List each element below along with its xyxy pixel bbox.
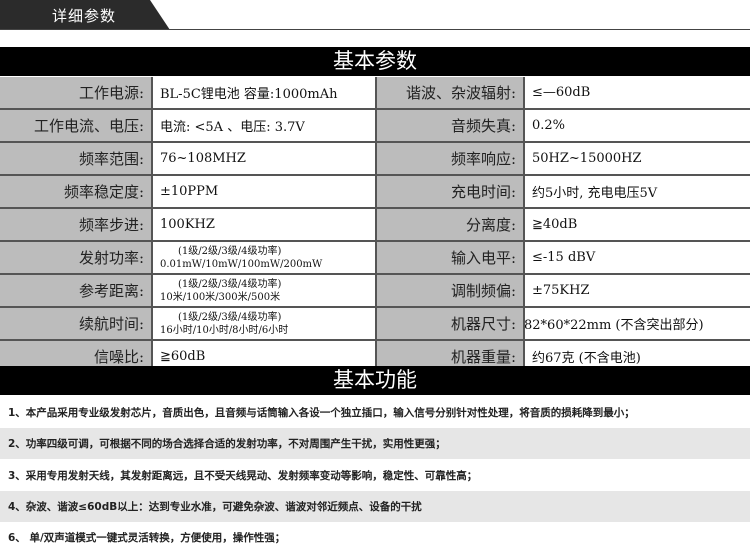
- spec-label: 输入电平:: [376, 242, 524, 273]
- spec-section-title: 基本参数: [0, 47, 750, 76]
- spec-value-line: 0.01mW/10mW/100mW/200mW: [160, 258, 323, 270]
- feature-item: 4、杂波、谐波≤60dB以上：达到专业水准，可避免杂波、谐波对邻近频点、设备的干…: [0, 491, 750, 522]
- spec-value: ≤—60dB: [524, 77, 750, 108]
- spec-label: 谐波、杂波辐射:: [376, 77, 524, 108]
- spec-value: 50HZ~15000HZ: [524, 143, 750, 174]
- spec-value: (1级/2级/3级/4级功率) 0.01mW/10mW/100mW/200mW: [152, 242, 376, 273]
- spec-label: 续航时间:: [0, 308, 152, 339]
- spec-value: 100KHZ: [152, 209, 376, 240]
- spec-label: 调制频偏:: [376, 275, 524, 306]
- spec-value: ±10PPM: [152, 176, 376, 207]
- top-header-band: 详细参数: [0, 0, 750, 30]
- header-tab-label: 详细参数: [52, 7, 117, 25]
- spec-value-line: 10米/100米/300米/500米: [160, 291, 281, 303]
- spec-value-line: (1级/2级/3级/4级功率): [178, 311, 282, 323]
- spec-value-line: (1级/2级/3级/4级功率): [178, 245, 282, 257]
- spec-value: ≧40dB: [524, 209, 750, 240]
- spec-value: 约5小时, 充电电压5V: [524, 176, 750, 207]
- spec-label: 工作电源:: [0, 77, 152, 108]
- spec-value: ±75KHZ: [524, 275, 750, 306]
- spec-value: ≤-15 dBV: [524, 242, 750, 273]
- spec-label: 工作电流、电压:: [0, 110, 152, 141]
- spec-value: 76~108MHZ: [152, 143, 376, 174]
- header-divider: [0, 29, 750, 30]
- spec-value-line: 16小时/10小时/8小时/6小时: [160, 324, 289, 336]
- spec-value-line: (1级/2级/3级/4级功率): [178, 278, 282, 290]
- spec-label: 频率步进:: [0, 209, 152, 240]
- spec-value: 0.2%: [524, 110, 750, 141]
- spec-label: 频率稳定度:: [0, 176, 152, 207]
- spec-value: 电流: <5A 、电压: 3.7V: [152, 110, 376, 141]
- spec-value: BL-5C锂电池 容量:1000mAh: [152, 77, 376, 108]
- spec-label: 充电时间:: [376, 176, 524, 207]
- feature-item: 6、 单/双声道模式一键式灵活转换，方便使用，操作性强；: [0, 522, 750, 553]
- spec-label: 参考距离:: [0, 275, 152, 306]
- column-divider: [523, 77, 525, 372]
- spec-value: (1级/2级/3级/4级功率) 16小时/10小时/8小时/6小时: [152, 308, 376, 339]
- feature-item: 3、采用专用发射天线，其发射距离远，且不受天线晃动、发射频率变动等影响，稳定性、…: [0, 460, 750, 491]
- spec-label: 分离度:: [376, 209, 524, 240]
- func-section-title: 基本功能: [0, 366, 750, 395]
- spec-label: 机器尺寸:: [376, 308, 524, 339]
- spec-label: 音频失真:: [376, 110, 524, 141]
- spec-value: (1级/2级/3级/4级功率) 10米/100米/300米/500米: [152, 275, 376, 306]
- spec-label: 发射功率:: [0, 242, 152, 273]
- spec-label: 频率范围:: [0, 143, 152, 174]
- feature-item: 1、本产品采用专业级发射芯片，音质出色，且音频与话筒输入各设一个独立插口，输入信…: [0, 397, 750, 428]
- feature-item: 2、功率四级可调，可根据不同的场合选择合适的发射功率，不对周围产生干扰，实用性更…: [0, 428, 750, 459]
- spec-label: 频率响应:: [376, 143, 524, 174]
- spec-value: 82*60*22mm (不含突出部分): [524, 308, 750, 339]
- column-divider: [375, 77, 377, 372]
- column-divider: [151, 77, 153, 372]
